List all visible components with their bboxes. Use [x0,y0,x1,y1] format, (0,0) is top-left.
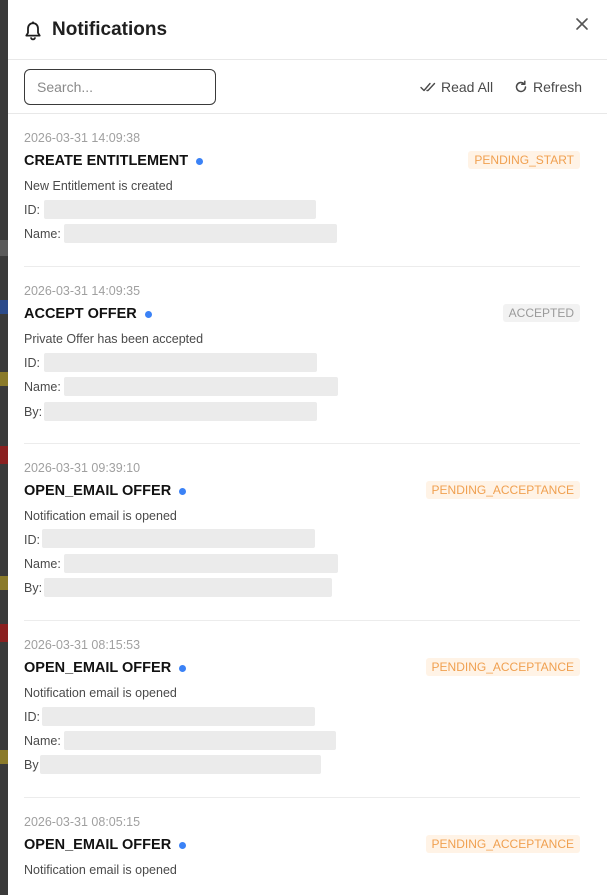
drawer-header: Notifications [8,0,607,60]
notification-type-label: ACCEPT OFFER [24,306,137,322]
unread-dot [144,310,152,318]
redacted-value [64,731,336,750]
notification-description: New Entitlement is created [24,179,173,193]
item-divider [24,443,580,444]
notification-timestamp: 2026-03-31 14:09:38 [24,131,141,145]
notification-timestamp: 2026-03-31 09:39:10 [24,461,141,475]
field-id-label: ID: [24,356,40,370]
notification-timestamp: 2026-03-31 14:09:35 [24,284,141,298]
field-by-label: By [24,758,39,772]
notification-type: OPEN_EMAIL OFFER [24,482,187,500]
status-badge: PENDING_ACCEPTANCE [425,835,580,853]
field-id-label: ID: [24,203,40,217]
status-badge: PENDING_ACCEPTANCE [425,658,580,676]
unread-dot [179,841,187,849]
notification-type-label: CREATE ENTITLEMENT [24,153,189,169]
notification-type: OPEN_EMAIL OFFER [24,836,187,854]
unread-dot [179,664,187,672]
unread-dot [179,487,187,495]
redacted-value [44,402,317,421]
notification-type-label: OPEN_EMAIL OFFER [24,483,172,499]
refresh-label: Refresh [533,79,583,95]
background-app-edge [0,0,8,895]
notification-type: CREATE ENTITLEMENT [24,152,204,170]
notification-item[interactable]: 2026-03-31 14:09:35 ACCEPT OFFER ACCEPTE… [24,283,580,443]
notification-timestamp: 2026-03-31 08:05:15 [24,815,141,829]
notification-item[interactable]: 2026-03-31 14:09:38 CREATE ENTITLEMENT P… [24,130,580,270]
notification-type-label: OPEN_EMAIL OFFER [24,837,172,853]
redacted-value [44,578,332,597]
double-check-icon [420,82,436,92]
redacted-value [64,224,337,243]
notification-type-label: OPEN_EMAIL OFFER [24,660,172,676]
notification-item[interactable]: 2026-03-31 08:05:15 OPEN_EMAIL OFFER PEN… [24,814,580,894]
notifications-drawer: Notifications Read All Refresh 2026-03-3… [8,0,607,895]
drawer-title: Notifications [52,19,168,40]
read-all-button[interactable]: Read All [420,77,493,97]
item-divider [24,797,580,798]
notification-description: Notification email is opened [24,863,177,877]
field-by-label: By: [24,581,43,595]
field-name-label: Name: [24,380,61,394]
search-input[interactable] [24,69,216,105]
notification-item[interactable]: 2026-03-31 08:15:53 OPEN_EMAIL OFFER PEN… [24,637,580,797]
field-name-label: Name: [24,227,61,241]
redacted-value [64,554,338,573]
unread-dot [196,157,204,165]
status-badge: PENDING_ACCEPTANCE [425,481,580,499]
redacted-value [44,200,316,219]
item-divider [24,266,580,267]
redacted-value [64,377,338,396]
redacted-value [42,707,315,726]
item-divider [24,620,580,621]
notifications-toolbar: Read All Refresh [8,60,607,114]
field-name-label: Name: [24,557,61,571]
status-badge: ACCEPTED [502,304,580,322]
refresh-button[interactable]: Refresh [514,77,582,97]
field-id-label: ID: [24,533,40,547]
field-id-label: ID: [24,710,40,724]
refresh-icon [515,80,527,93]
notification-description: Notification email is opened [24,686,177,700]
notification-item[interactable]: 2026-03-31 09:39:10 OPEN_EMAIL OFFER PEN… [24,460,580,620]
bell-icon [25,21,41,41]
status-badge: PENDING_START [468,151,580,169]
field-name-label: Name: [24,734,61,748]
notification-description: Private Offer has been accepted [24,332,204,346]
redacted-value [40,755,321,774]
redacted-value [42,529,315,548]
read-all-label: Read All [441,79,494,95]
notification-type: ACCEPT OFFER [24,305,152,323]
notification-timestamp: 2026-03-31 08:15:53 [24,638,141,652]
notification-description: Notification email is opened [24,509,177,523]
close-icon[interactable] [575,17,589,31]
notification-type: OPEN_EMAIL OFFER [24,659,187,677]
redacted-value [44,353,317,372]
field-by-label: By: [24,405,43,419]
